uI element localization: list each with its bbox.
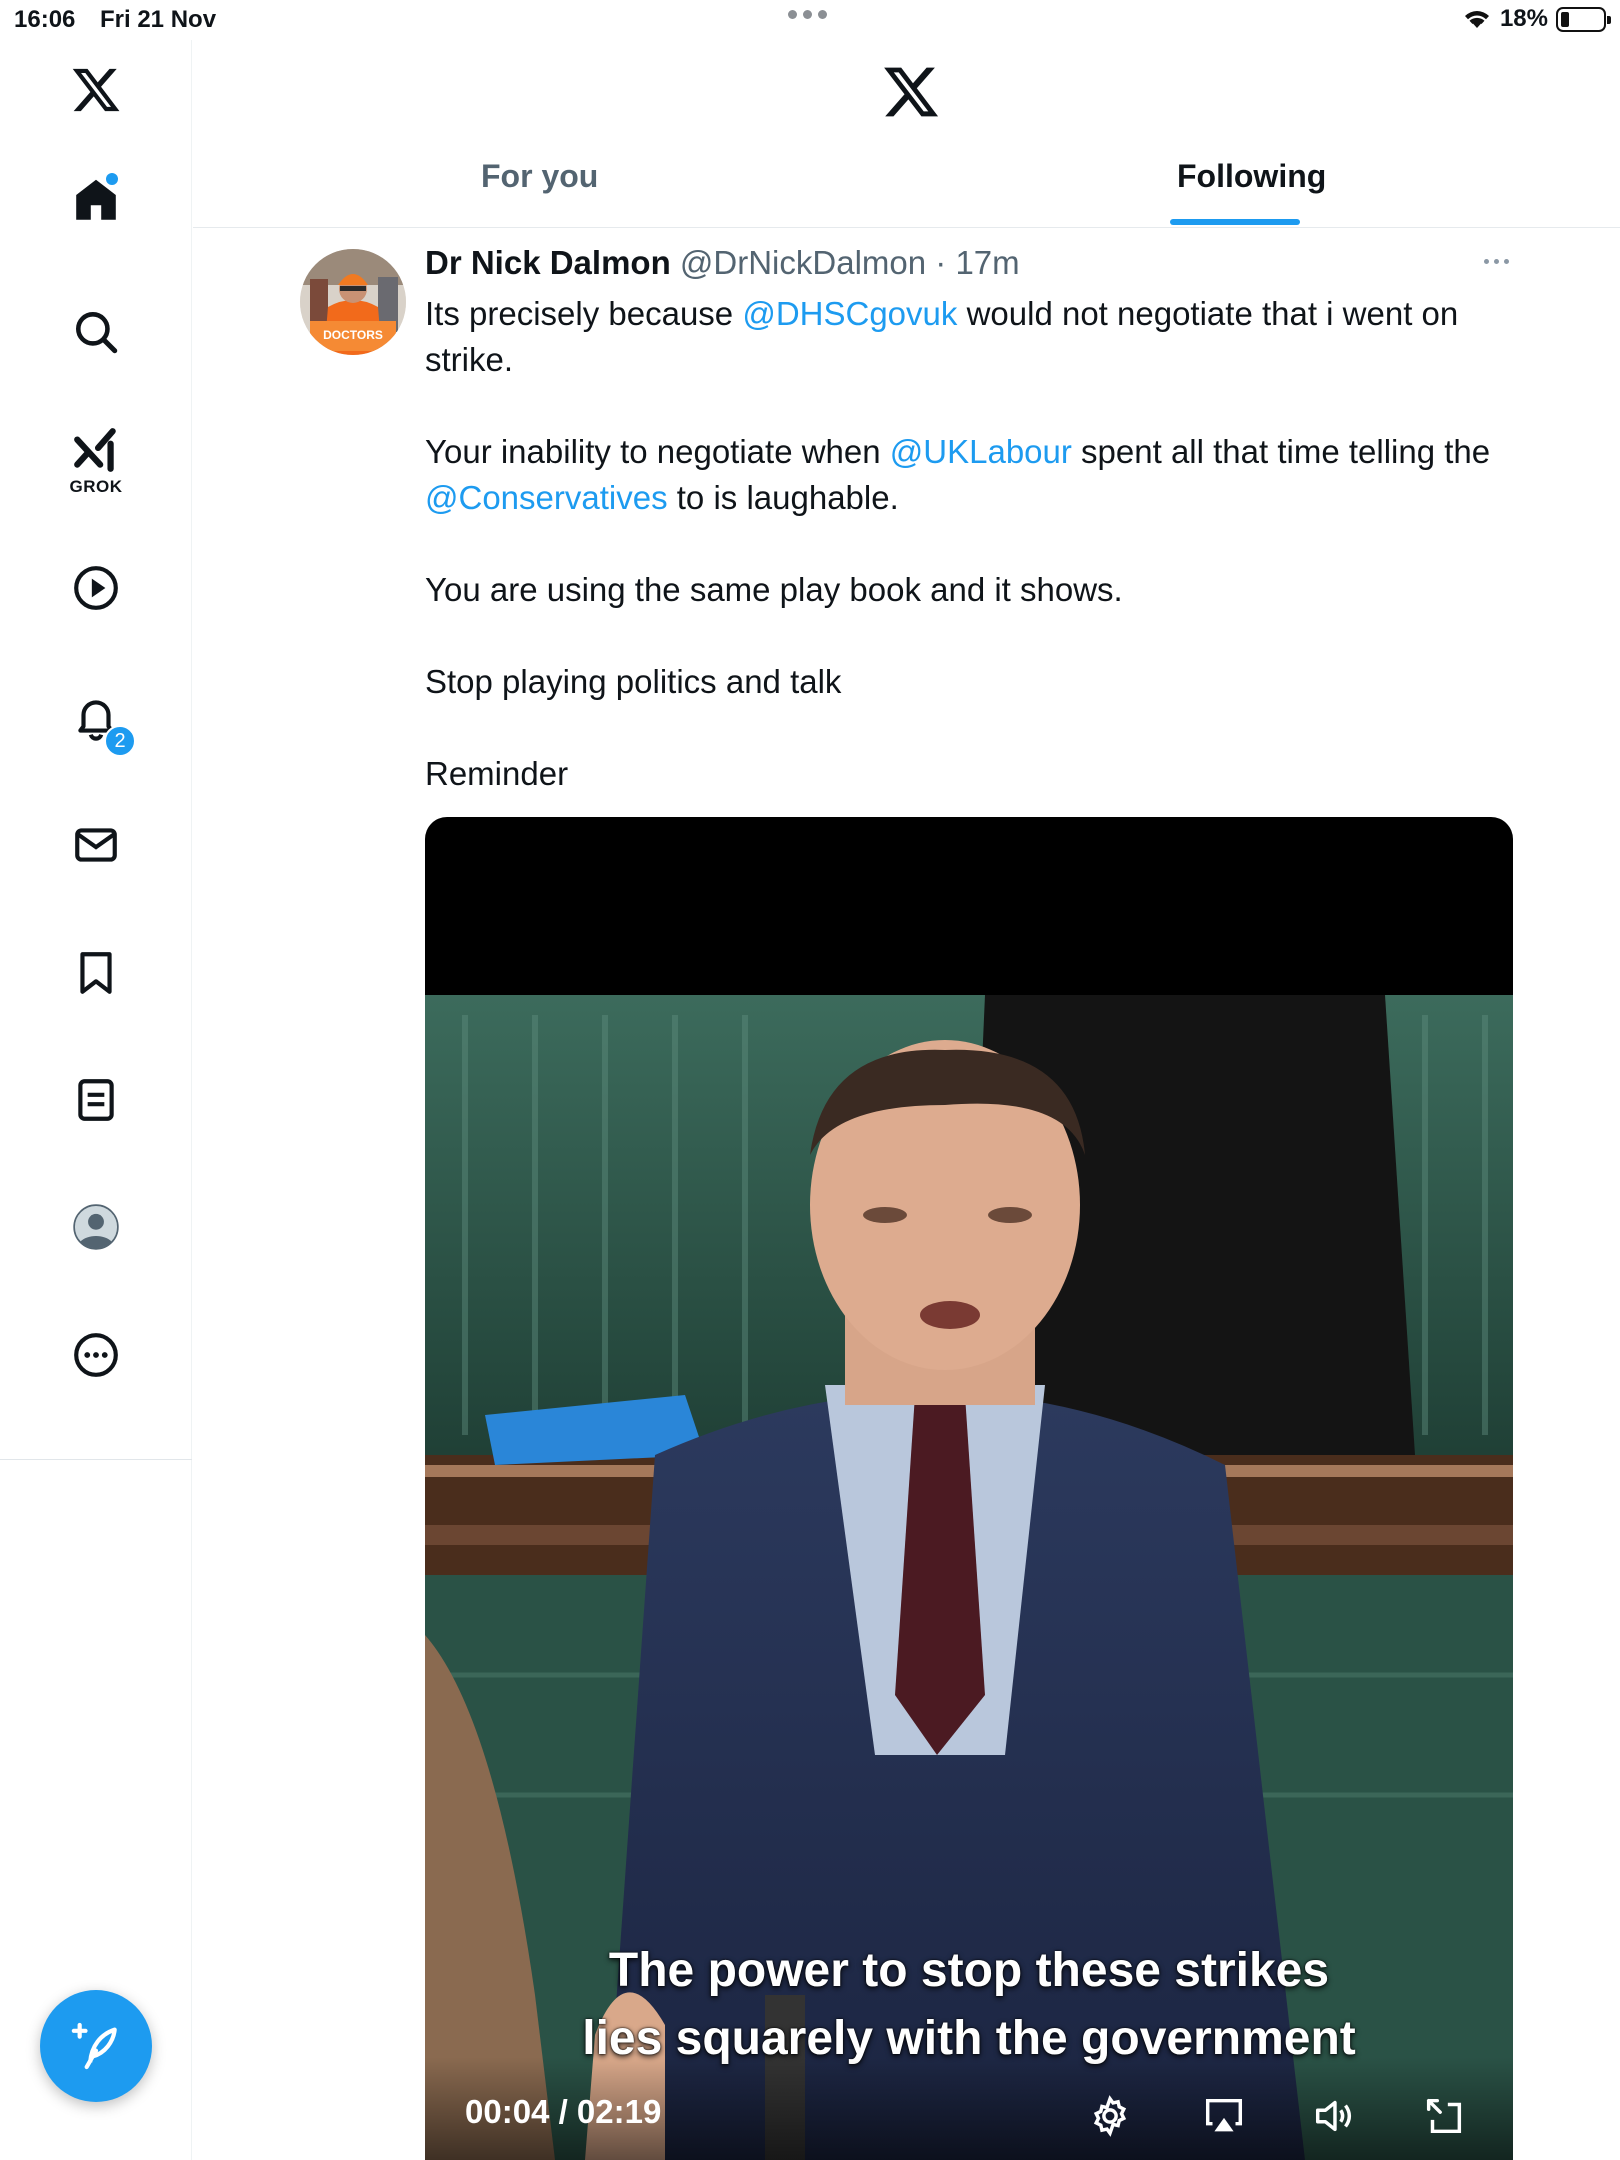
- sidebar-item-home[interactable]: [56, 160, 136, 240]
- tweet-header: Dr Nick Dalmon @DrNickDalmon · 17m: [425, 244, 1020, 282]
- x-logo-icon[interactable]: [56, 50, 136, 130]
- home-unread-dot: [106, 173, 118, 185]
- app-root: 16:06 Fri 21 Nov 18% GROK 2 For you Foll…: [0, 0, 1620, 2160]
- header-x-logo-icon[interactable]: [881, 62, 941, 122]
- author-name[interactable]: Dr Nick Dalmon: [425, 244, 671, 281]
- search-icon: [76, 312, 118, 354]
- timeline-header: For you Following: [193, 40, 1620, 228]
- tweet-paragraph-1: Its precisely because @DHSCgovuk would n…: [425, 291, 1515, 383]
- tweet-paragraph-4: Stop playing politics and talk: [425, 663, 842, 700]
- gear-icon: [1093, 2095, 1127, 2137]
- video-player[interactable]: The power to stop these strikes lies squ…: [425, 817, 1513, 2160]
- grok-label: GROK: [69, 477, 123, 496]
- text-run: Its precisely because: [425, 295, 743, 332]
- list-icon: [78, 1079, 114, 1121]
- avatar-sign-text: DOCTORS: [323, 328, 383, 342]
- sidebar-item-messages[interactable]: [56, 805, 136, 885]
- text-run: Your inability to negotiate when: [425, 433, 890, 470]
- tweet-timestamp[interactable]: 17m: [955, 244, 1019, 281]
- video-settings-button[interactable]: [1085, 2091, 1135, 2141]
- sidebar-item-video[interactable]: [56, 548, 136, 628]
- play-circle-icon: [74, 566, 118, 610]
- text-run: spent all that time telling the: [1071, 433, 1491, 470]
- author-avatar[interactable]: DOCTORS: [300, 249, 406, 355]
- notification-badge: 2: [104, 725, 136, 757]
- active-tab-indicator: [1170, 219, 1300, 225]
- sidebar-nav: GROK 2: [0, 40, 192, 2160]
- mention-link-uklabour[interactable]: @UKLabour: [890, 433, 1072, 470]
- header-separator: ·: [935, 244, 947, 281]
- tab-following[interactable]: Following: [1177, 158, 1326, 195]
- sidebar-item-profile[interactable]: [56, 1187, 136, 1267]
- video-time: 00:04 / 02:19: [465, 2093, 662, 2130]
- status-bar: 16:06 Fri 21 Nov 18%: [0, 0, 1620, 40]
- caption-line-1: The power to stop these strikes: [608, 1944, 1330, 1997]
- sidebar-item-more[interactable]: [56, 1315, 136, 1395]
- mute-button[interactable]: [1309, 2091, 1359, 2141]
- status-indicators: 18%: [1462, 5, 1611, 33]
- battery-icon: [1556, 6, 1611, 32]
- video-controls: 00:04 / 02:19: [425, 2057, 1513, 2160]
- expand-icon: [1426, 2098, 1462, 2134]
- tweet-paragraph-5: Reminder: [425, 755, 569, 792]
- sidebar-item-search[interactable]: [56, 292, 136, 372]
- status-date: Fri 21 Nov: [100, 6, 217, 33]
- profile-avatar-icon: [73, 1204, 119, 1250]
- tab-for-you[interactable]: For you: [481, 158, 598, 195]
- wifi-icon: [1464, 11, 1489, 28]
- text-run: to is laughable.: [667, 479, 899, 516]
- mail-icon: [75, 828, 117, 862]
- sidebar-item-bookmarks[interactable]: [56, 933, 136, 1013]
- video-caption: The power to stop these strikes lies squ…: [425, 1937, 1513, 2073]
- status-time: 16:06: [14, 6, 76, 33]
- feather-plus-icon: [71, 2022, 117, 2070]
- airplay-button[interactable]: [1199, 2091, 1249, 2141]
- tweet-paragraph-2: Your inability to negotiate when @UKLabo…: [425, 429, 1515, 521]
- fullscreen-button[interactable]: [1419, 2091, 1469, 2141]
- tweet[interactable]: DOCTORS Dr Nick Dalmon @DrNickDalmon · 1…: [193, 229, 1620, 2160]
- grok-icon: [74, 428, 116, 472]
- tweet-text: Its precisely because @DHSCgovuk would n…: [425, 291, 1515, 843]
- compose-button[interactable]: [40, 1990, 152, 2102]
- speaker-icon: [1315, 2100, 1352, 2132]
- battery-percent: 18%: [1499, 5, 1548, 32]
- tweet-paragraph-3: You are using the same play book and it …: [425, 571, 1123, 608]
- mention-link-dhscgovuk[interactable]: @DHSCgovuk: [742, 295, 957, 332]
- author-handle[interactable]: @DrNickDalmon: [680, 244, 926, 281]
- sidebar-item-lists[interactable]: [56, 1060, 136, 1140]
- sidebar-divider: [0, 1459, 192, 1460]
- multitasking-dots-icon[interactable]: [788, 10, 827, 19]
- tweet-more-button[interactable]: [1476, 249, 1516, 273]
- bookmark-icon: [80, 952, 112, 994]
- more-circle-icon: [74, 1333, 118, 1377]
- mention-link-conservatives[interactable]: @Conservatives: [425, 479, 668, 516]
- airplay-icon: [1205, 2098, 1243, 2132]
